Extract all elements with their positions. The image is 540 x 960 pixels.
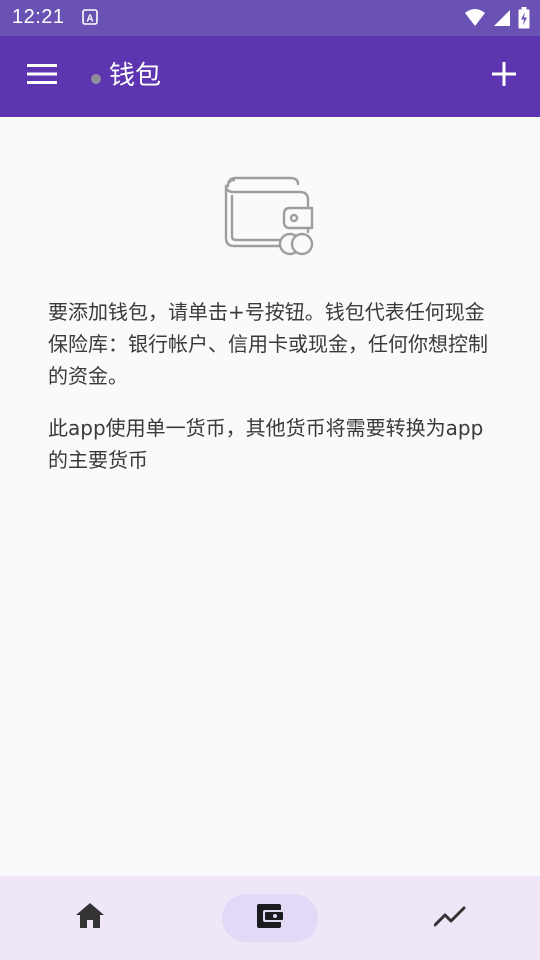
- home-icon: [75, 902, 105, 934]
- bottom-nav: [0, 876, 540, 960]
- signal-icon: [492, 8, 512, 32]
- menu-icon: [27, 63, 57, 89]
- empty-state-message: 要添加钱包，请单击+号按钮。钱包代表任何现金保险库：银行帐户、信用卡或现金，任何…: [48, 296, 498, 496]
- status-icons: [464, 7, 530, 33]
- wallet-icon: [220, 172, 320, 260]
- a-letter-icon: A: [82, 9, 98, 25]
- add-wallet-button[interactable]: [482, 54, 526, 98]
- title-dot: [91, 74, 101, 84]
- status-time: 12:21: [12, 6, 65, 28]
- app-bar: 钱包: [0, 36, 540, 117]
- menu-button[interactable]: [18, 56, 66, 96]
- trending-icon: [433, 904, 466, 932]
- nav-wallet[interactable]: [222, 894, 318, 942]
- nav-home[interactable]: [42, 894, 138, 942]
- status-bar: 12:21 A: [0, 0, 540, 36]
- empty-state-paragraph-1: 要添加钱包，请单击+号按钮。钱包代表任何现金保险库：银行帐户、信用卡或现金，任何…: [48, 300, 488, 388]
- page-title: 钱包: [109, 61, 162, 91]
- wallet-icon: [255, 902, 285, 934]
- add-icon: [491, 61, 517, 91]
- nav-statistics[interactable]: [402, 894, 498, 942]
- empty-state-paragraph-2: 此app使用单一货币，其他货币将需要转换为app的主要货币: [48, 416, 484, 472]
- wifi-icon: [464, 8, 486, 32]
- svg-text:A: A: [86, 14, 93, 25]
- battery-charging-icon: [518, 7, 530, 33]
